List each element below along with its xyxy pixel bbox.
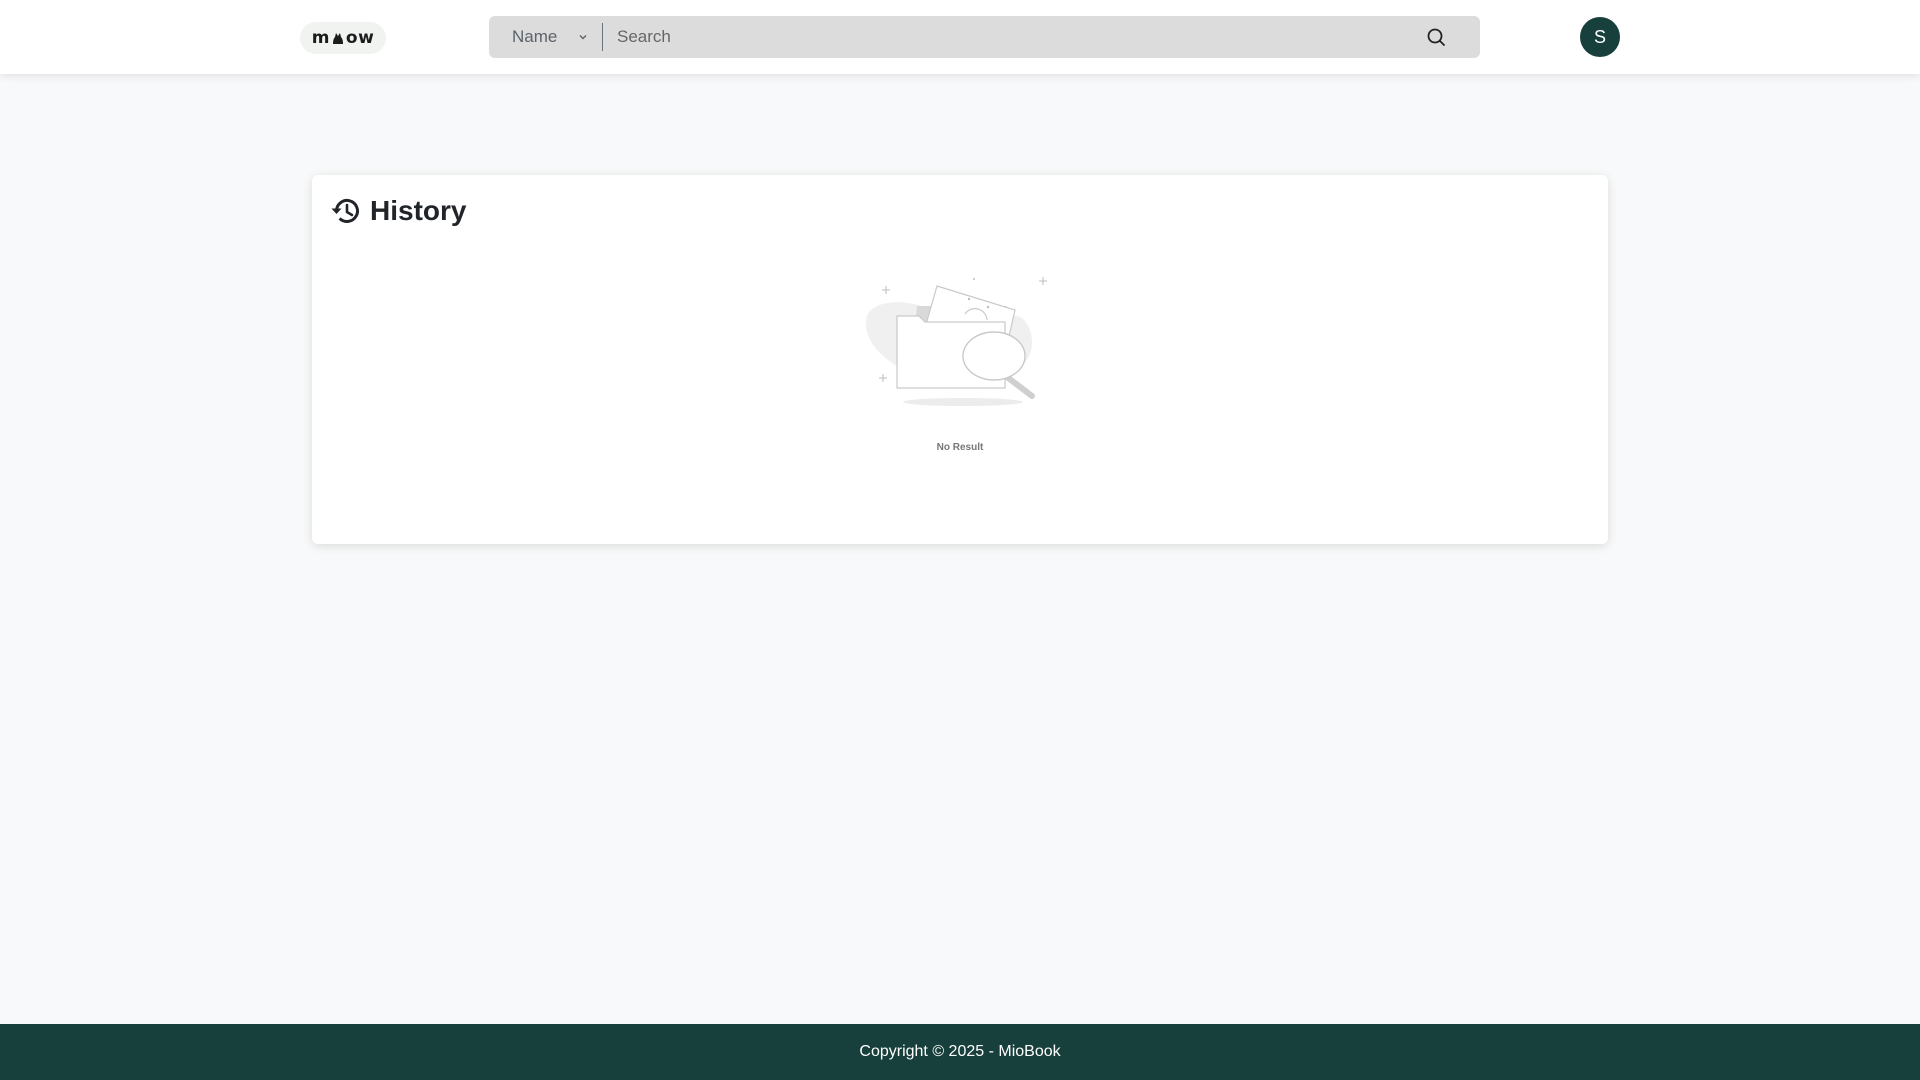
history-icon xyxy=(331,198,359,223)
history-heading: History xyxy=(330,193,466,229)
top-header: m ow Name S xyxy=(0,0,1920,74)
app-logo[interactable]: m ow xyxy=(300,22,386,54)
search-bar: Name xyxy=(489,16,1480,58)
search-filter-value: Name xyxy=(512,27,558,46)
cat-icon xyxy=(332,33,343,44)
history-card: History No Result xyxy=(312,175,1608,544)
search-input[interactable] xyxy=(611,21,1401,53)
empty-folder-search-illustration xyxy=(866,277,1047,406)
search-filter-select[interactable]: Name xyxy=(489,16,603,58)
logo-text: m ow xyxy=(311,28,375,48)
copyright-text: Copyright © 2025 - MioBook xyxy=(859,1043,1061,1060)
avatar-initial: S xyxy=(1593,26,1606,47)
page-title: History xyxy=(370,195,467,226)
search-icon xyxy=(1427,28,1445,46)
empty-state-text: No Result xyxy=(936,442,984,453)
chevron-down-icon xyxy=(579,35,587,40)
footer: Copyright © 2025 - MioBook xyxy=(0,1024,1920,1080)
search-button[interactable] xyxy=(1424,25,1448,49)
user-avatar[interactable]: S xyxy=(1580,17,1620,57)
search-divider xyxy=(602,23,603,51)
